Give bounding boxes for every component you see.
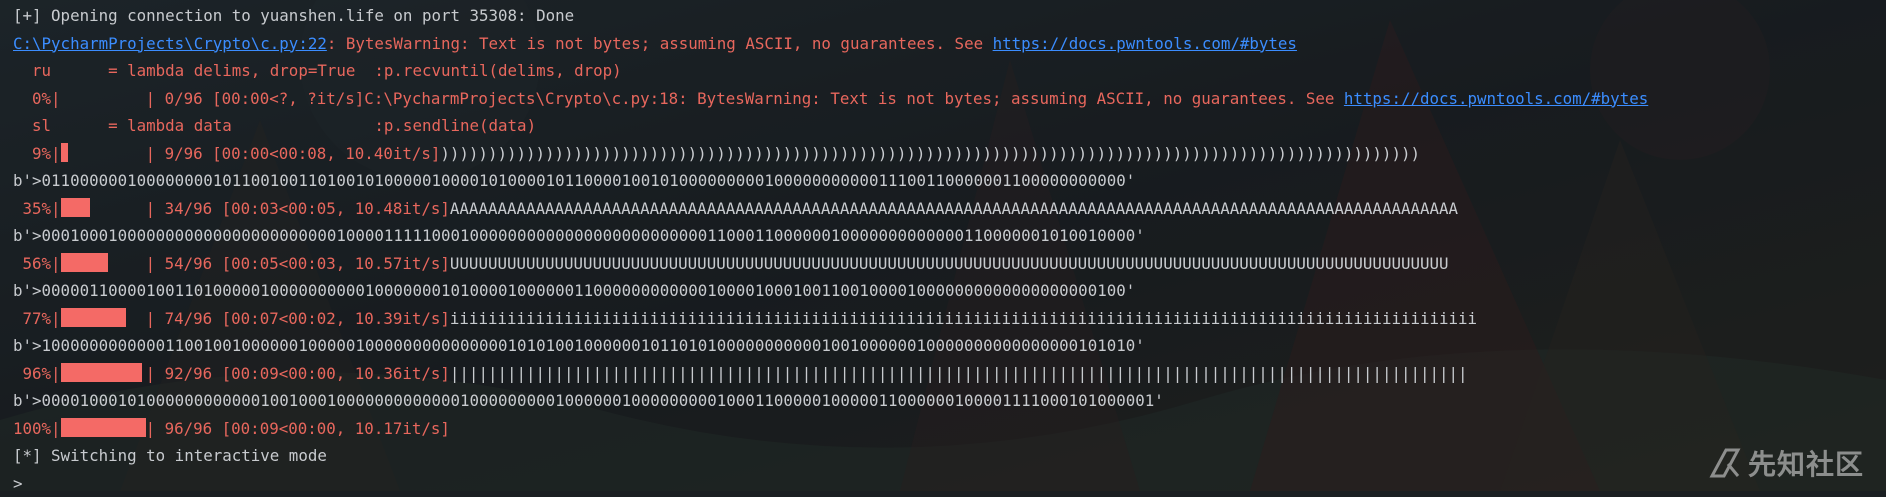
source-line-ru: ru = lambda delims, drop=True :p.recvunt… [13,57,1886,85]
watermark-logo-icon [1708,446,1742,480]
terminal-output[interactable]: [+] Opening connection to yuanshen.life … [13,2,1886,497]
progress-bar [61,143,146,162]
progress-bar [61,363,146,382]
binary-output-4: b'>1000000000000110010010000001000001000… [13,332,1886,360]
progress-line-3: 56%|| 54/96 [00:05<00:03, 10.57it/s]UUUU… [13,250,1886,278]
connection-line: [+] Opening connection to yuanshen.life … [13,2,1886,30]
bytes-warning-line-1: C:\PycharmProjects\Crypto\c.py:22: Bytes… [13,30,1886,58]
binary-output-1: b'>0110000001000000001011001001101001010… [13,167,1886,195]
progress-bar [61,308,146,327]
watermark: 先知社区 [1708,443,1864,483]
progress-bar [61,253,146,272]
progress-line-1: 9%|| 9/96 [00:00<00:08, 10.40it/s]))))))… [13,140,1886,168]
pwntools-docs-link-2[interactable]: https://docs.pwntools.com/#bytes [1344,89,1648,108]
source-line-sl: sl = lambda data :p.sendline(data) [13,112,1886,140]
watermark-text: 先知社区 [1748,443,1864,483]
binary-output-2: b'>0001000100000000000000000000000100001… [13,222,1886,250]
progress-line-0: 0%|| 0/96 [00:00<?, ?it/s]C:\PycharmProj… [13,85,1886,113]
progress-line-2: 35%|| 34/96 [00:03<00:05, 10.48it/s]AAAA… [13,195,1886,223]
progress-line-6: 100%|| 96/96 [00:09<00:00, 10.17it/s] [13,415,1886,443]
progress-bar [61,88,146,107]
progress-line-5: 96%|| 92/96 [00:09<00:00, 10.36it/s]||||… [13,360,1886,388]
interactive-mode-line: [*] Switching to interactive mode [13,442,1886,470]
progress-bar [61,418,146,437]
progress-bar [61,198,146,217]
progress-line-4: 77%|| 74/96 [00:07<00:02, 10.39it/s]iiii… [13,305,1886,333]
pwntools-docs-link-1[interactable]: https://docs.pwntools.com/#bytes [993,34,1297,53]
input-prompt[interactable]: > [13,470,1886,497]
binary-output-5: b'>0000100010100000000000010010001000000… [13,387,1886,415]
warning-file-link[interactable]: C:\PycharmProjects\Crypto\c.py:22 [13,34,327,53]
binary-output-3: b'>0000011000010011010000010000000000100… [13,277,1886,305]
